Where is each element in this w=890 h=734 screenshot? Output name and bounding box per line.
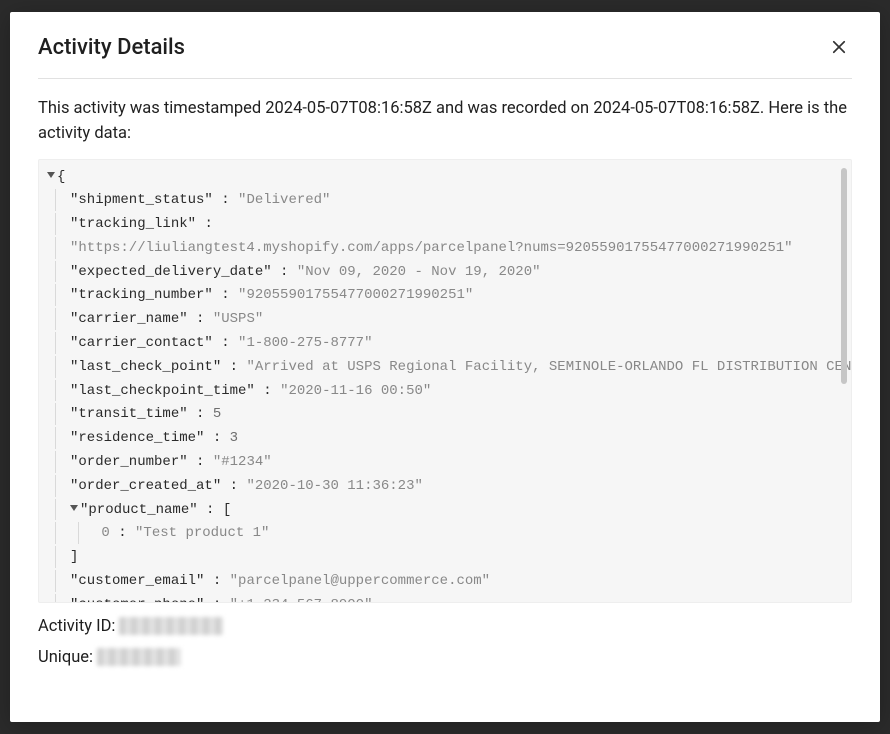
json-row-carrier-contact: "carrier_contact" : "1-800-275-8777" <box>43 332 847 356</box>
json-row-carrier-name: "carrier_name" : "USPS" <box>43 308 847 332</box>
json-row-residence-time: "residence_time" : 3 <box>43 427 847 451</box>
activity-id-value-redacted <box>119 617 223 635</box>
unique-label: Unique: <box>38 648 93 667</box>
activity-id-row: Activity ID: <box>38 617 852 636</box>
activity-description: This activity was timestamped 2024-05-07… <box>38 97 852 147</box>
caret-icon[interactable] <box>47 172 55 178</box>
json-row-expected-delivery-date: "expected_delivery_date" : "Nov 09, 2020… <box>43 261 847 285</box>
json-row-customer-phone: "customer_phone" : "+1 234 567 8900" <box>43 594 847 603</box>
activity-details-modal: Activity Details This activity was times… <box>10 12 880 722</box>
json-row-tracking-link-value: "https://liuliangtest4.myshopify.com/app… <box>43 237 847 261</box>
json-row-last-checkpoint-time: "last_checkpoint_time" : "2020-11-16 00:… <box>43 380 847 404</box>
json-row-transit-time: "transit_time" : 5 <box>43 403 847 427</box>
json-row-product-name-item0: 0 : "Test product 1" <box>43 522 847 546</box>
json-row-shipment-status: "shipment_status" : "Delivered" <box>43 189 847 213</box>
close-button[interactable] <box>826 34 852 60</box>
json-root-open: { <box>43 166 847 190</box>
json-row-tracking-link-key: "tracking_link" : <box>43 213 847 237</box>
json-row-last-check-point: "last_check_point" : "Arrived at USPS Re… <box>43 356 847 380</box>
json-row-tracking-number: "tracking_number" : "9205590175547700027… <box>43 284 847 308</box>
json-row-customer-email: "customer_email" : "parcelpanel@uppercom… <box>43 570 847 594</box>
modal-header: Activity Details <box>38 34 852 79</box>
json-row-order-number: "order_number" : "#1234" <box>43 451 847 475</box>
json-row-product-name-open: "product_name" : [ <box>43 499 847 523</box>
unique-row: Unique: <box>38 648 852 667</box>
scrollbar-thumb[interactable] <box>841 168 847 384</box>
json-row-product-name-close: ] <box>43 546 847 570</box>
activity-id-label: Activity ID: <box>38 617 115 636</box>
json-viewer[interactable]: { "shipment_status" : "Delivered" "track… <box>38 159 852 603</box>
unique-value-redacted <box>97 648 181 666</box>
modal-title: Activity Details <box>38 35 185 60</box>
close-icon <box>830 38 848 56</box>
caret-icon[interactable] <box>70 505 78 511</box>
json-row-order-created-at: "order_created_at" : "2020-10-30 11:36:2… <box>43 475 847 499</box>
